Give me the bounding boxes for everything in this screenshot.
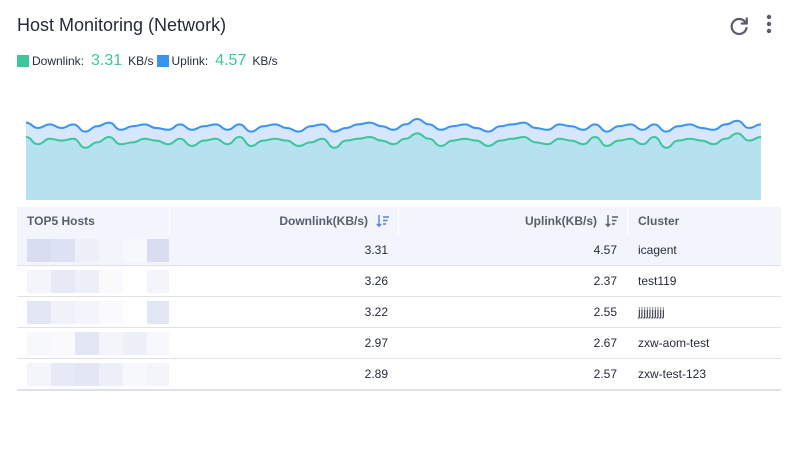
table-row[interactable]: 2.89 2.57 zxw-test-123 (17, 359, 781, 390)
table-bottom-border (17, 390, 781, 391)
table-row[interactable]: 2.97 2.67 zxw-aom-test (17, 328, 781, 359)
table-row[interactable]: 3.26 2.37 test119 (17, 266, 781, 297)
host-name-redacted (27, 363, 169, 386)
card-title: Host Monitoring (Network) (17, 15, 227, 35)
uplink-label: Uplink: (171, 54, 209, 68)
cluster-cell: zxw-aom-test (638, 336, 710, 350)
downlink-cell: 2.97 (364, 336, 388, 350)
host-name-redacted (27, 239, 169, 262)
refresh-icon[interactable] (728, 15, 750, 37)
host-name-cell[interactable] (17, 266, 169, 296)
downlink-cell: 3.31 (364, 243, 388, 257)
cluster-cell: test119 (638, 274, 677, 288)
network-monitor-card: Host Monitoring (Network) Downlink: 3.31… (0, 0, 798, 460)
uplink-cell: 2.37 (593, 274, 617, 288)
table-row[interactable]: 3.31 4.57 icagent (17, 235, 781, 266)
host-name-cell[interactable] (17, 328, 169, 358)
downlink-cell: 3.22 (364, 305, 388, 319)
downlink-swatch (17, 55, 29, 67)
host-name-cell[interactable] (17, 235, 169, 265)
cluster-cell: zxw-test-123 (638, 367, 707, 381)
uplink-cell: 2.57 (593, 367, 617, 381)
downlink-cell: 3.26 (364, 274, 388, 288)
host-name-redacted (27, 270, 169, 293)
cluster-cell: jjjjjjjjjj (638, 305, 665, 319)
downlink-label: Downlink: (32, 54, 85, 68)
sort-icon[interactable] (605, 214, 619, 228)
column-header-host: TOP5 Hosts (27, 214, 95, 228)
column-header-uplink[interactable]: Uplink(KB/s) (398, 207, 627, 235)
uplink-cell: 2.67 (593, 336, 617, 350)
top-hosts-table: TOP5 Hosts Downlink(KB/s) Uplink(KB/s) C… (17, 207, 781, 390)
uplink-swatch (156, 55, 169, 67)
chart-legend: Downlink: 3.31 KB/s Uplink: 4.57 KB/s (17, 51, 281, 71)
column-header-cluster: Cluster (638, 214, 680, 228)
table-row[interactable]: 3.22 2.55 jjjjjjjjjj (17, 297, 781, 328)
network-area-chart[interactable] (26, 110, 761, 200)
uplink-unit: KB/s (252, 54, 278, 68)
host-name-cell[interactable] (17, 297, 169, 327)
downlink-value: 3.31 (91, 52, 123, 69)
uplink-cell: 2.55 (593, 305, 617, 319)
cluster-cell: icagent (638, 243, 677, 257)
host-name-redacted (27, 301, 169, 324)
column-header-downlink[interactable]: Downlink(KB/s) (169, 207, 398, 235)
more-vertical-icon[interactable] (760, 13, 778, 37)
host-name-redacted (27, 332, 169, 355)
uplink-value: 4.57 (215, 52, 247, 69)
downlink-cell: 2.89 (364, 367, 388, 381)
table-header: TOP5 Hosts Downlink(KB/s) Uplink(KB/s) C… (17, 207, 781, 235)
sort-descending-icon[interactable] (376, 214, 390, 228)
uplink-cell: 4.57 (593, 243, 617, 257)
host-name-cell[interactable] (17, 359, 169, 389)
downlink-unit: KB/s (128, 54, 154, 68)
